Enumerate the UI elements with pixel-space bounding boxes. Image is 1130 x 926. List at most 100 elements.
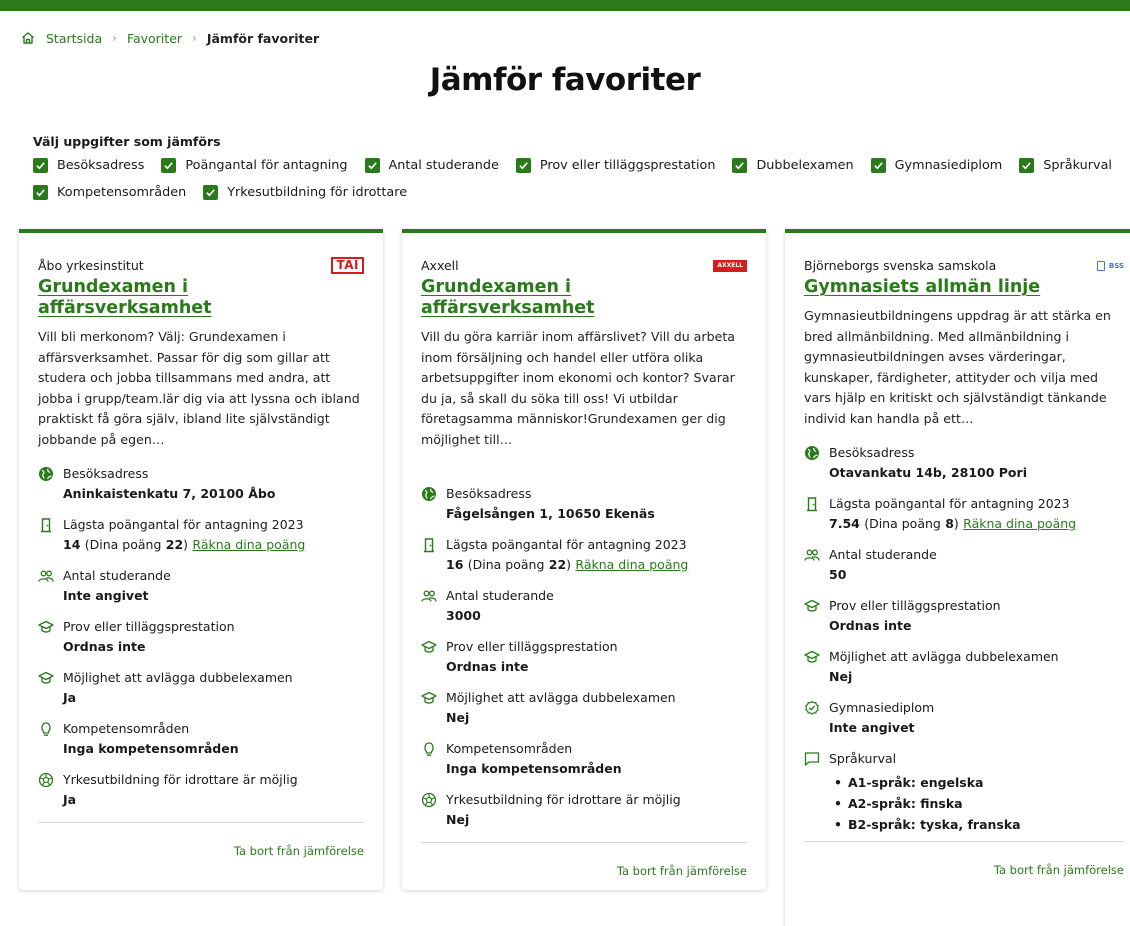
min-points: 7.54 xyxy=(829,516,860,531)
fact-value: Nej xyxy=(829,669,853,684)
checkbox-checked-icon[interactable] xyxy=(515,157,531,173)
filter-yrkesutbildning-idrottare[interactable]: Yrkesutbildning för idrottare xyxy=(203,183,407,201)
fact-value: Inte angivet xyxy=(63,588,149,603)
graduation-cap-icon xyxy=(421,690,437,706)
fact-exam: Prov eller tilläggsprestation Ordnas inte xyxy=(804,597,1124,635)
fact-address: Besöksadress Aninkaistenkatu 7, 20100 Åbo xyxy=(38,465,364,503)
fact-address: Besöksadress Otavankatu 14b, 28100 Pori xyxy=(804,444,1124,482)
chevron-right-icon: › xyxy=(112,31,117,45)
fact-points: Lägsta poängantal för antagning 2023 14 … xyxy=(38,516,364,554)
provider-logo: TAI xyxy=(331,257,364,274)
fact-students: Antal studerande 50 xyxy=(804,546,1124,584)
checkbox-checked-icon[interactable] xyxy=(732,157,748,173)
filter-label: Gymnasiediplom xyxy=(894,157,1003,173)
compare-filters: Välj uppgifter som jämförs Besöksadress … xyxy=(33,134,1123,201)
fact-competence: Kompetensområden Inga kompetensområden xyxy=(38,720,364,758)
fact-students: Antal studerande Inte angivet xyxy=(38,567,364,605)
fact-value: Inte angivet xyxy=(829,720,915,735)
facts-list: Besöksadress Otavankatu 14b, 28100 Pori L… xyxy=(804,444,1124,835)
checkbox-checked-icon[interactable] xyxy=(161,157,177,173)
provider-logo: AXXELL xyxy=(713,259,747,272)
filter-label: Dubbelexamen xyxy=(756,157,854,173)
fact-label: Yrkesutbildning för idrottare är möjlig xyxy=(446,792,681,807)
calculate-points-link[interactable]: Räkna dina poäng xyxy=(575,557,688,572)
provider-logo: BSS xyxy=(1096,260,1124,271)
provider-row: Axxell AXXELL xyxy=(421,257,747,274)
filter-poangantal[interactable]: Poängantal för antagning xyxy=(161,156,348,174)
remove-from-comparison-button[interactable]: Ta bort från jämförelse xyxy=(804,842,1124,877)
education-title-link[interactable]: Grundexamen i affärsverksamhet xyxy=(38,277,364,319)
calculate-points-link[interactable]: Räkna dina poäng xyxy=(963,516,1076,531)
fact-students: Antal studerande 3000 xyxy=(421,587,747,625)
graduation-cap-icon xyxy=(804,649,820,665)
provider-row: Björneborgs svenska samskola BSS xyxy=(804,257,1124,274)
list-item: B2-språk: tyska, franska xyxy=(834,814,1021,835)
fact-address: Besöksadress Fågelsången 1, 10650 Ekenäs xyxy=(421,485,747,523)
filter-dubbelexamen[interactable]: Dubbelexamen xyxy=(732,156,854,174)
fact-label: Gymnasiediplom xyxy=(829,700,935,715)
education-description: Vill du göra karriär inom affärslivet? V… xyxy=(421,329,735,447)
breadcrumb-favorites-link[interactable]: Favoriter xyxy=(127,31,182,46)
fact-label: Språkurval xyxy=(829,751,897,766)
badge-check-icon xyxy=(804,700,820,716)
fact-value: 50 xyxy=(829,567,847,582)
compare-card: Björneborgs svenska samskola BSS Gymnasi… xyxy=(785,229,1130,926)
breadcrumb-home-link[interactable]: Startsida xyxy=(46,31,102,46)
my-points-prefix: (Dina poäng xyxy=(467,557,545,572)
lightbulb-icon xyxy=(421,741,437,757)
fact-competence: Kompetensområden Inga kompetensområden xyxy=(421,740,747,778)
filter-label: Besöksadress xyxy=(57,157,145,173)
filter-besoksadress[interactable]: Besöksadress xyxy=(33,156,144,174)
graduation-cap-icon xyxy=(38,619,54,635)
remove-from-comparison-button[interactable]: Ta bort från jämförelse xyxy=(38,823,364,858)
education-title-link[interactable]: Grundexamen i affärsverksamhet xyxy=(421,277,747,319)
checkbox-checked-icon[interactable] xyxy=(870,157,886,173)
filter-prov[interactable]: Prov eller tilläggsprestation xyxy=(515,156,716,174)
filter-label: Kompetensområden xyxy=(57,184,187,200)
my-points-suffix: ) xyxy=(953,516,959,531)
compare-card: Axxell AXXELL Grundexamen i affärsverksa… xyxy=(402,229,766,890)
checkbox-checked-icon[interactable] xyxy=(33,157,48,173)
fact-athlete: Yrkesutbildning för idrottare är möjlig J… xyxy=(38,771,364,809)
filter-sprakurval[interactable]: Språkurval xyxy=(1019,156,1112,174)
education-description: Gymnasieutbildningens uppdrag är att stä… xyxy=(804,308,1111,426)
filter-kompetensomraden[interactable]: Kompetensområden xyxy=(33,183,186,201)
fact-value: Otavankatu 14b, 28100 Pori xyxy=(829,465,1027,480)
my-points-suffix: ) xyxy=(566,557,572,572)
my-points-prefix: (Dina poäng xyxy=(864,516,941,531)
fact-label: Antal studerande xyxy=(829,547,937,562)
filter-label: Prov eller tilläggsprestation xyxy=(539,157,716,173)
checkbox-checked-icon[interactable] xyxy=(203,184,219,200)
fact-label: Möjlighet att avlägga dubbelexamen xyxy=(446,690,676,705)
calculate-points-link[interactable]: Räkna dina poäng xyxy=(192,537,305,552)
remove-from-comparison-button[interactable]: Ta bort från jämförelse xyxy=(421,843,747,878)
my-points-prefix: (Dina poäng xyxy=(84,537,162,552)
fact-points: Lägsta poängantal för antagning 2023 7.5… xyxy=(804,495,1124,533)
fact-diploma: Gymnasiediplom Inte angivet xyxy=(804,699,1124,737)
checkbox-checked-icon[interactable] xyxy=(364,157,380,173)
filter-label: Antal studerande xyxy=(388,157,499,173)
top-accent-bar xyxy=(0,0,1130,11)
fact-label: Möjlighet att avlägga dubbelexamen xyxy=(829,649,1059,664)
fact-label: Lägsta poängantal för antagning 2023 xyxy=(446,537,687,552)
door-icon xyxy=(804,496,820,512)
filter-gymnasiediplom[interactable]: Gymnasiediplom xyxy=(870,156,1003,174)
home-icon[interactable] xyxy=(20,30,36,46)
filter-antal-studerande[interactable]: Antal studerande xyxy=(364,156,499,174)
education-title-link[interactable]: Gymnasiets allmän linje xyxy=(804,277,1124,298)
fact-label: Besöksadress xyxy=(63,466,149,481)
checkbox-checked-icon[interactable] xyxy=(1019,157,1035,173)
globe-icon xyxy=(804,445,820,461)
lightbulb-icon xyxy=(38,721,54,737)
fact-label: Lägsta poängantal för antagning 2023 xyxy=(63,517,304,532)
fact-value: Ja xyxy=(63,792,77,807)
provider-row: Åbo yrkesinstitut TAI xyxy=(38,257,364,274)
fact-label: Prov eller tilläggsprestation xyxy=(829,598,1001,613)
checkbox-checked-icon[interactable] xyxy=(33,184,48,200)
breadcrumb-current: Jämför favoriter xyxy=(206,30,320,46)
fact-label: Besöksadress xyxy=(446,486,532,501)
fact-exam: Prov eller tilläggsprestation Ordnas inte xyxy=(38,618,364,656)
fact-label: Prov eller tilläggsprestation xyxy=(63,619,235,634)
door-icon xyxy=(421,537,437,553)
fact-athlete: Yrkesutbildning för idrottare är möjlig N… xyxy=(421,791,747,829)
